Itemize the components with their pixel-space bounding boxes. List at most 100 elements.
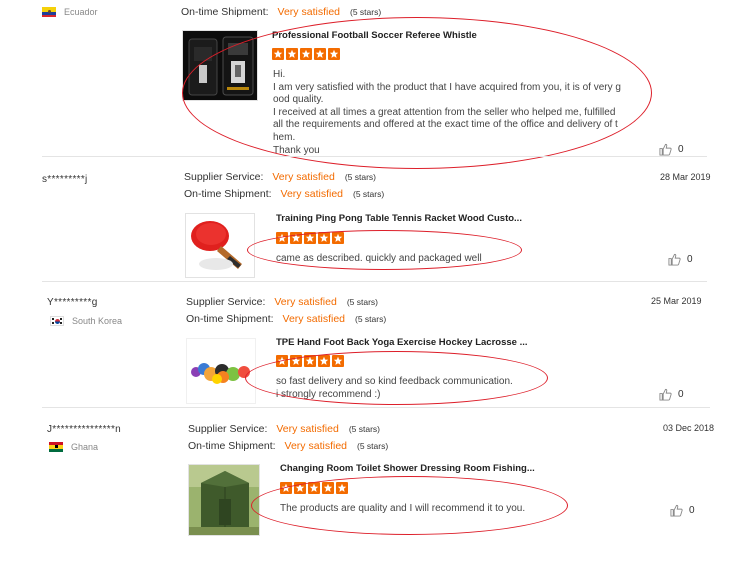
buyer-country: Ghana [49,442,98,452]
rating-star-count: (5 stars) [348,424,380,434]
review-text-line: i strongly recommend :) [276,388,381,400]
thumbs-up-icon [668,253,681,266]
review-date: 28 Mar 2019 [660,172,711,182]
star-icon [300,48,312,60]
buyer-name: s*********j [42,174,88,185]
helpful-count: 0 [678,144,684,155]
helpful-button[interactable]: 0 [670,504,695,517]
supplier-service-rating: Supplier Service: Very satisfied (5 star… [184,171,376,183]
star-icon [304,232,316,244]
star-icon [276,232,288,244]
review-text: came as described. quickly and packaged … [276,253,482,266]
buyer-name: Y*********g [47,297,98,308]
helpful-button[interactable]: 0 [668,253,693,266]
star-icon [280,482,292,494]
product-title-link[interactable]: Training Ping Pong Table Tennis Racket W… [276,213,522,224]
helpful-count: 0 [689,505,695,516]
buyer-country: South Korea [50,316,122,326]
review-item: J***************n Ghana Supplier Service… [0,408,750,558]
phone-case-image [183,31,257,100]
buyer-country: Ecuador [42,7,98,17]
review-star-rating [276,232,344,244]
review-text-line: ood quality. [273,94,324,106]
star-icon [286,48,298,60]
review-text-line: Hi. [273,69,286,80]
rating-value: Very satisfied [277,6,340,18]
review-star-rating [280,482,348,494]
review-text-line: hem. [273,131,296,143]
product-title-link[interactable]: TPE Hand Foot Back Yoga Exercise Hockey … [276,337,528,348]
review-star-rating [276,355,344,367]
review-text-line: came as described. quickly and packaged … [276,253,482,264]
review-item: Ecuador On-time Shipment: Very satisfied… [0,0,750,169]
on-time-shipment-rating: On-time Shipment: Very satisfied (5 star… [181,6,381,18]
rating-star-count: (5 stars) [355,314,387,324]
product-thumbnail[interactable] [188,464,260,536]
buyer-name: J***************n [47,424,122,435]
review-text: The products are quality and I will reco… [280,503,525,516]
review-text-line: so fast delivery and so kind feedback co… [276,376,513,387]
country-name: Ghana [71,442,99,452]
south-korea-flag-icon [50,316,64,326]
review-text-line: I am very satisfied with the product tha… [273,81,621,93]
helpful-button[interactable]: 0 [659,388,684,401]
rating-star-count: (5 stars) [346,297,378,307]
thumbs-up-icon [659,143,672,156]
supplier-service-rating: Supplier Service: Very satisfied (5 star… [188,423,380,435]
star-icon [332,355,344,367]
ping-pong-paddle-image [186,214,254,277]
rating-label: Supplier Service: [188,423,268,435]
country-name: South Korea [72,316,123,326]
product-thumbnail[interactable] [182,30,258,101]
review-text-line: I received at all times a great attentio… [273,106,616,118]
rating-label: On-time Shipment: [181,6,269,18]
massage-balls-image [187,339,255,403]
helpful-button[interactable]: 0 [659,143,684,156]
rating-star-count: (5 stars) [353,189,385,199]
helpful-count: 0 [678,389,684,400]
review-star-rating [272,48,340,60]
review-item: Y*********g South Korea Supplier Service… [0,282,750,407]
review-text: Hi. I am very satisfied with the product… [273,69,621,157]
thumbs-up-icon [659,388,672,401]
star-icon [272,48,284,60]
rating-label: Supplier Service: [184,171,264,183]
rating-label: On-time Shipment: [188,440,276,452]
thumbs-up-icon [670,504,683,517]
rating-value: Very satisfied [276,423,339,435]
on-time-shipment-rating: On-time Shipment: Very satisfied (5 star… [184,188,384,200]
star-icon [304,355,316,367]
star-icon [290,232,302,244]
review-text-line: The products are quality and I will reco… [280,503,526,514]
star-icon [328,48,340,60]
star-icon [294,482,306,494]
star-icon [322,482,334,494]
rating-label: Supplier Service: [186,296,266,308]
star-icon [318,232,330,244]
product-title-link[interactable]: Professional Football Soccer Referee Whi… [272,30,477,41]
star-icon [276,355,288,367]
star-icon [314,48,326,60]
rating-label: On-time Shipment: [186,313,274,325]
star-icon [336,482,348,494]
star-icon [318,355,330,367]
review-text: so fast delivery and so kind feedback co… [276,376,513,401]
review-text-line: all the requirements and offered at the … [273,119,618,131]
star-icon [332,232,344,244]
product-thumbnail[interactable] [185,213,255,278]
rating-label: On-time Shipment: [184,188,272,200]
rating-value: Very satisfied [280,188,343,200]
product-thumbnail[interactable] [186,338,256,404]
rating-star-count: (5 stars) [357,441,389,451]
rating-value: Very satisfied [282,313,345,325]
rating-value: Very satisfied [284,440,347,452]
rating-star-count: (5 stars) [344,172,376,182]
star-icon [290,355,302,367]
review-date: 25 Mar 2019 [651,296,702,306]
star-icon [308,482,320,494]
on-time-shipment-rating: On-time Shipment: Very satisfied (5 star… [188,440,388,452]
product-title-link[interactable]: Changing Room Toilet Shower Dressing Roo… [280,463,535,474]
ecuador-flag-icon [42,7,56,17]
rating-value: Very satisfied [274,296,337,308]
supplier-service-rating: Supplier Service: Very satisfied (5 star… [186,296,378,308]
